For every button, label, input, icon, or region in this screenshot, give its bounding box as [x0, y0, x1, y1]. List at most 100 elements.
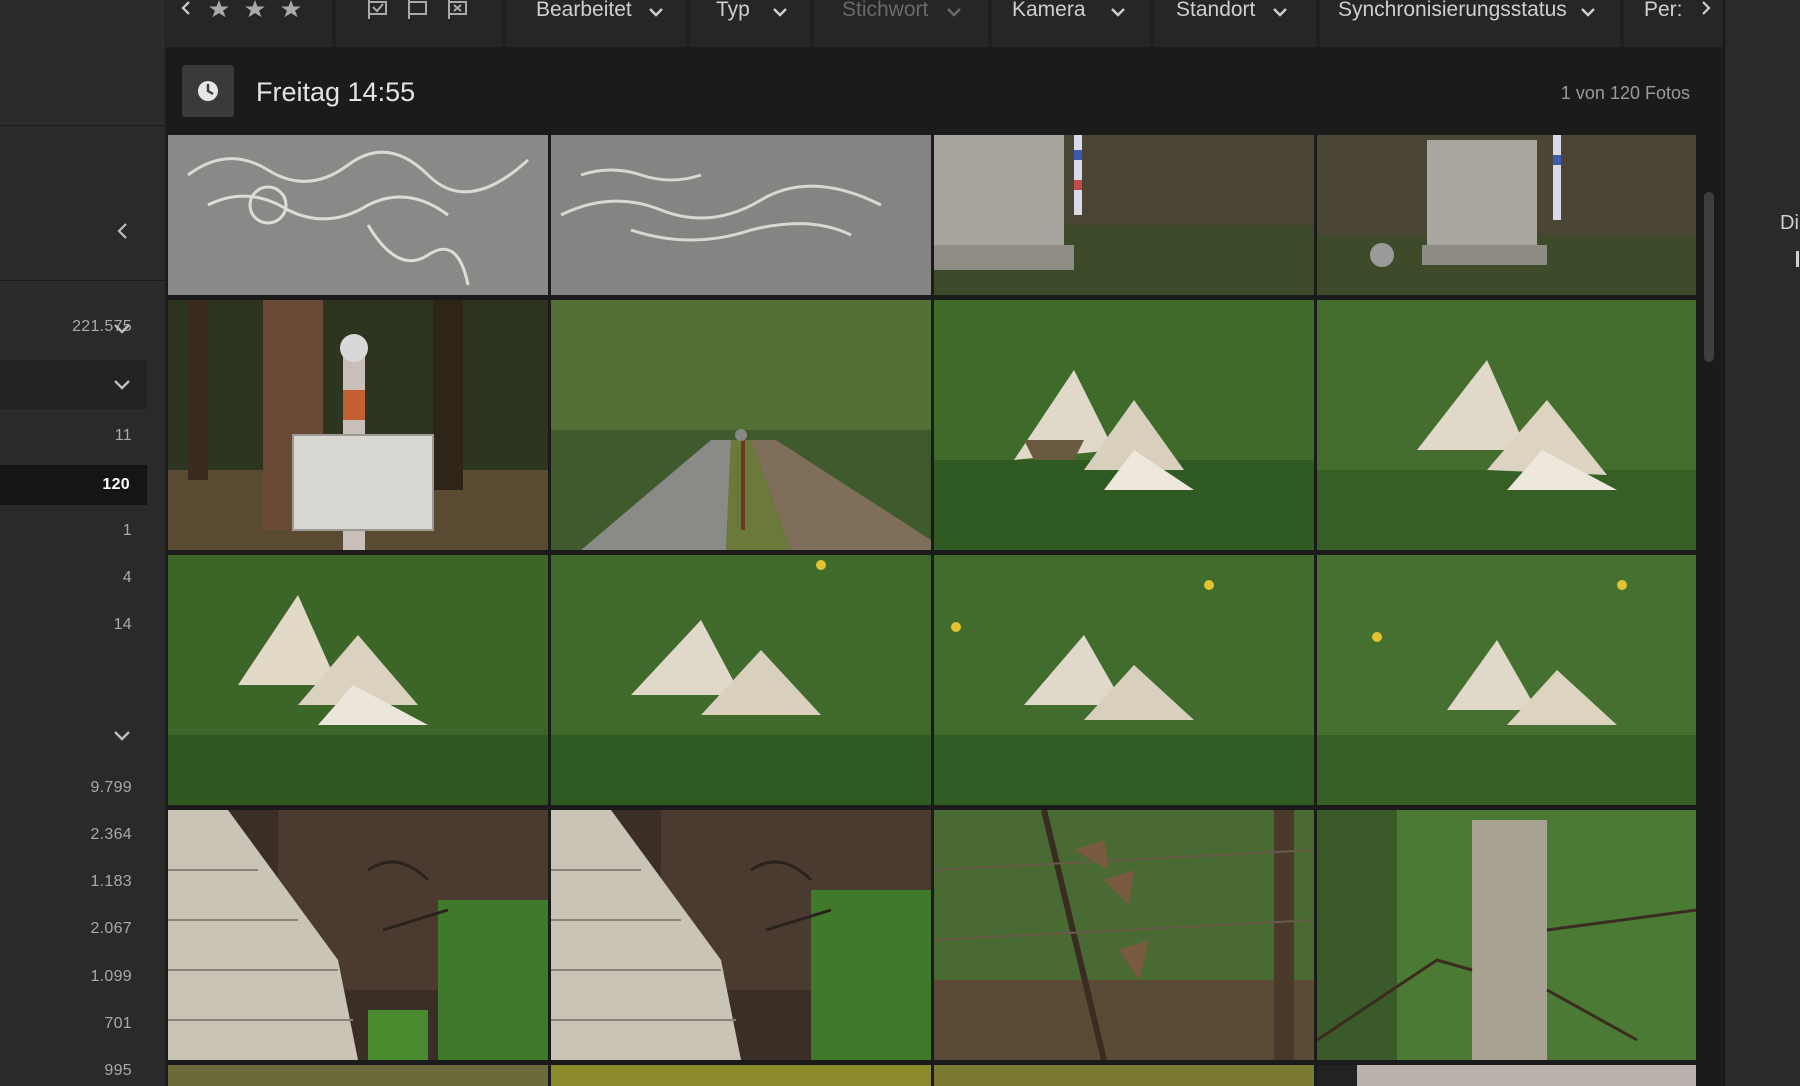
chevron-down-icon	[947, 8, 961, 17]
star-icon[interactable]	[278, 0, 304, 18]
chevron-down-icon	[649, 8, 663, 17]
photo-thumbnail[interactable]	[934, 1065, 1314, 1086]
grid-scrollbar-thumb[interactable]	[1704, 192, 1714, 362]
photo-image	[1317, 810, 1696, 1060]
photo-thumbnail[interactable]	[551, 1065, 931, 1086]
photo-image	[168, 810, 548, 1060]
photo-thumbnail[interactable]	[551, 810, 931, 1060]
filter-sync-status[interactable]: Synchronisierungsstatus	[1320, 0, 1620, 47]
photo-thumbnail[interactable]	[168, 300, 548, 550]
rating-filter[interactable]	[166, 0, 332, 47]
sort-by-time-button[interactable]	[182, 65, 234, 117]
star-icon[interactable]	[242, 0, 268, 18]
photo-image	[934, 300, 1314, 550]
sidebar-count[interactable]: 1.099	[0, 968, 132, 986]
filter-sync-status-label: Synchronisierungsstatus	[1338, 0, 1567, 21]
chevron-down-icon	[1273, 8, 1287, 17]
photo-thumbnail[interactable]	[1317, 810, 1696, 1060]
photo-image	[1317, 135, 1696, 295]
photo-thumbnail[interactable]	[168, 135, 548, 295]
chevron-down-icon	[1581, 8, 1595, 17]
filter-camera-label: Kamera	[1012, 0, 1086, 21]
photo-thumbnail[interactable]	[551, 300, 931, 550]
photo-image	[551, 135, 931, 295]
photo-image	[551, 555, 931, 805]
photo-grid	[168, 135, 1696, 1086]
sidebar-count[interactable]: 4	[0, 569, 132, 587]
photo-thumbnail[interactable]	[168, 1065, 548, 1086]
filter-type[interactable]: Typ	[690, 0, 810, 47]
filter-bar: Bearbeitet Typ Stichwort Kamera Standort…	[166, 0, 1723, 47]
filter-person[interactable]: Per:	[1624, 0, 1723, 47]
photo-image	[551, 810, 931, 1060]
photo-thumbnail[interactable]	[934, 555, 1314, 805]
chevron-down-icon[interactable]	[111, 320, 133, 338]
sidebar-count[interactable]: 9.799	[0, 779, 132, 797]
left-sidebar: 221.575 11 120 1 4 14 9.799 2.364 1.183 …	[0, 0, 166, 1086]
sidebar-count[interactable]: 11	[0, 427, 132, 445]
right-panel-mark	[1796, 251, 1799, 267]
sidebar-count[interactable]: 1	[0, 522, 132, 540]
right-panel-label: Di	[1780, 212, 1799, 234]
chevron-down-icon[interactable]	[111, 376, 133, 394]
photo-image	[168, 135, 548, 295]
photo-image	[934, 1065, 1314, 1086]
flag-filter[interactable]	[336, 0, 502, 47]
filter-keyword-label: Stichwort	[842, 0, 929, 21]
photo-thumbnail[interactable]	[168, 810, 548, 1060]
photo-image	[934, 810, 1314, 1060]
filter-type-label: Typ	[716, 0, 750, 21]
photo-image	[551, 1065, 931, 1086]
photo-image	[168, 555, 548, 805]
chevron-down-icon[interactable]	[111, 727, 133, 745]
photo-thumbnail[interactable]	[934, 810, 1314, 1060]
star-icon[interactable]	[206, 0, 232, 18]
flag-pick-icon[interactable]	[366, 0, 390, 20]
chevron-down-icon	[1111, 8, 1125, 17]
clock-icon	[198, 81, 218, 101]
chevron-down-icon	[773, 8, 787, 17]
sidebar-count-selected[interactable]: 120	[0, 465, 147, 505]
filter-keyword[interactable]: Stichwort	[814, 0, 988, 47]
sidebar-count[interactable]: 701	[0, 1015, 132, 1033]
photo-count: 1 von 120 Fotos	[1560, 83, 1690, 103]
photo-thumbnail[interactable]	[934, 300, 1314, 550]
sidebar-count[interactable]: 995	[0, 1062, 132, 1080]
sidebar-count[interactable]: 2.364	[0, 826, 132, 844]
photo-thumbnail[interactable]	[551, 555, 931, 805]
sidebar-collapse-area	[0, 126, 165, 281]
chevron-right-icon[interactable]	[1698, 0, 1714, 18]
photo-thumbnail[interactable]	[551, 135, 931, 295]
photo-image	[168, 300, 548, 550]
photo-thumbnail[interactable]	[1317, 1065, 1696, 1086]
photo-image	[168, 1065, 548, 1086]
collapse-panel-button[interactable]	[112, 218, 134, 244]
sidebar-count[interactable]: 1.183	[0, 873, 132, 891]
filter-edited-label: Bearbeitet	[536, 0, 632, 21]
sidebar-count[interactable]: 2.067	[0, 920, 132, 938]
filter-edited[interactable]: Bearbeitet	[506, 0, 686, 47]
chevron-left-icon[interactable]	[176, 0, 196, 16]
chevron-left-icon	[117, 223, 127, 239]
right-panel: Di	[1724, 0, 1800, 1086]
filter-location[interactable]: Standort	[1154, 0, 1316, 47]
photo-thumbnail[interactable]	[934, 135, 1314, 295]
filter-location-label: Standort	[1176, 0, 1256, 21]
photo-thumbnail[interactable]	[1317, 300, 1696, 550]
flag-icon[interactable]	[406, 0, 430, 20]
photo-image	[934, 135, 1314, 295]
photo-image	[1317, 1065, 1696, 1086]
filter-camera[interactable]: Kamera	[992, 0, 1150, 47]
page-title: Freitag 14:55	[256, 77, 416, 107]
photo-image	[934, 555, 1314, 805]
photo-thumbnail[interactable]	[168, 555, 548, 805]
photo-image	[1317, 555, 1696, 805]
photo-thumbnail[interactable]	[1317, 135, 1696, 295]
sidebar-count[interactable]: 14	[0, 616, 132, 634]
date-header: Freitag 14:55 1 von 120 Fotos	[166, 50, 1723, 133]
photo-image	[551, 300, 931, 550]
sidebar-header	[0, 0, 165, 126]
flag-reject-icon[interactable]	[446, 0, 470, 20]
photo-thumbnail[interactable]	[1317, 555, 1696, 805]
photo-image	[1317, 300, 1696, 550]
